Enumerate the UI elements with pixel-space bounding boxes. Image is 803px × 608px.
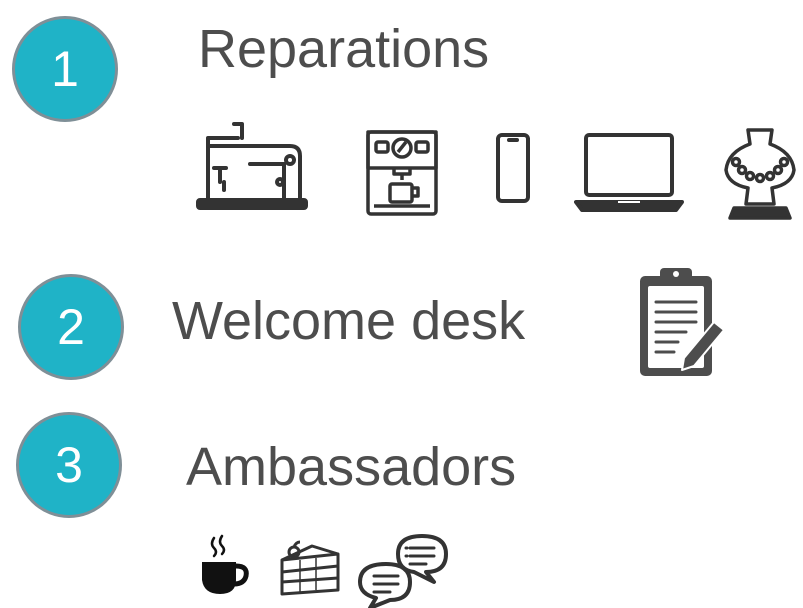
step-3-number: 3 (55, 437, 83, 493)
cake-slice-icon (276, 540, 342, 596)
step-3-number-circle: 3 (16, 412, 122, 518)
sewing-machine-icon (194, 120, 310, 212)
step-2-title: Welcome desk (172, 291, 526, 351)
step-3-title: Ambassadors (186, 437, 517, 497)
coffee-machine-icon (364, 128, 440, 218)
necklace-bust-icon (720, 126, 800, 222)
smartphone-icon (495, 132, 531, 204)
step-1-title: Reparations (198, 19, 490, 79)
step-2-number: 2 (57, 299, 85, 355)
step-1-number-circle: 1 (12, 16, 118, 122)
coffee-cup-icon (196, 534, 252, 598)
clipboard-pencil-icon (636, 264, 726, 380)
laptop-icon (574, 130, 684, 214)
step-1-number: 1 (51, 41, 79, 97)
chat-bubbles-icon (356, 530, 452, 608)
step-2-number-circle: 2 (18, 274, 124, 380)
